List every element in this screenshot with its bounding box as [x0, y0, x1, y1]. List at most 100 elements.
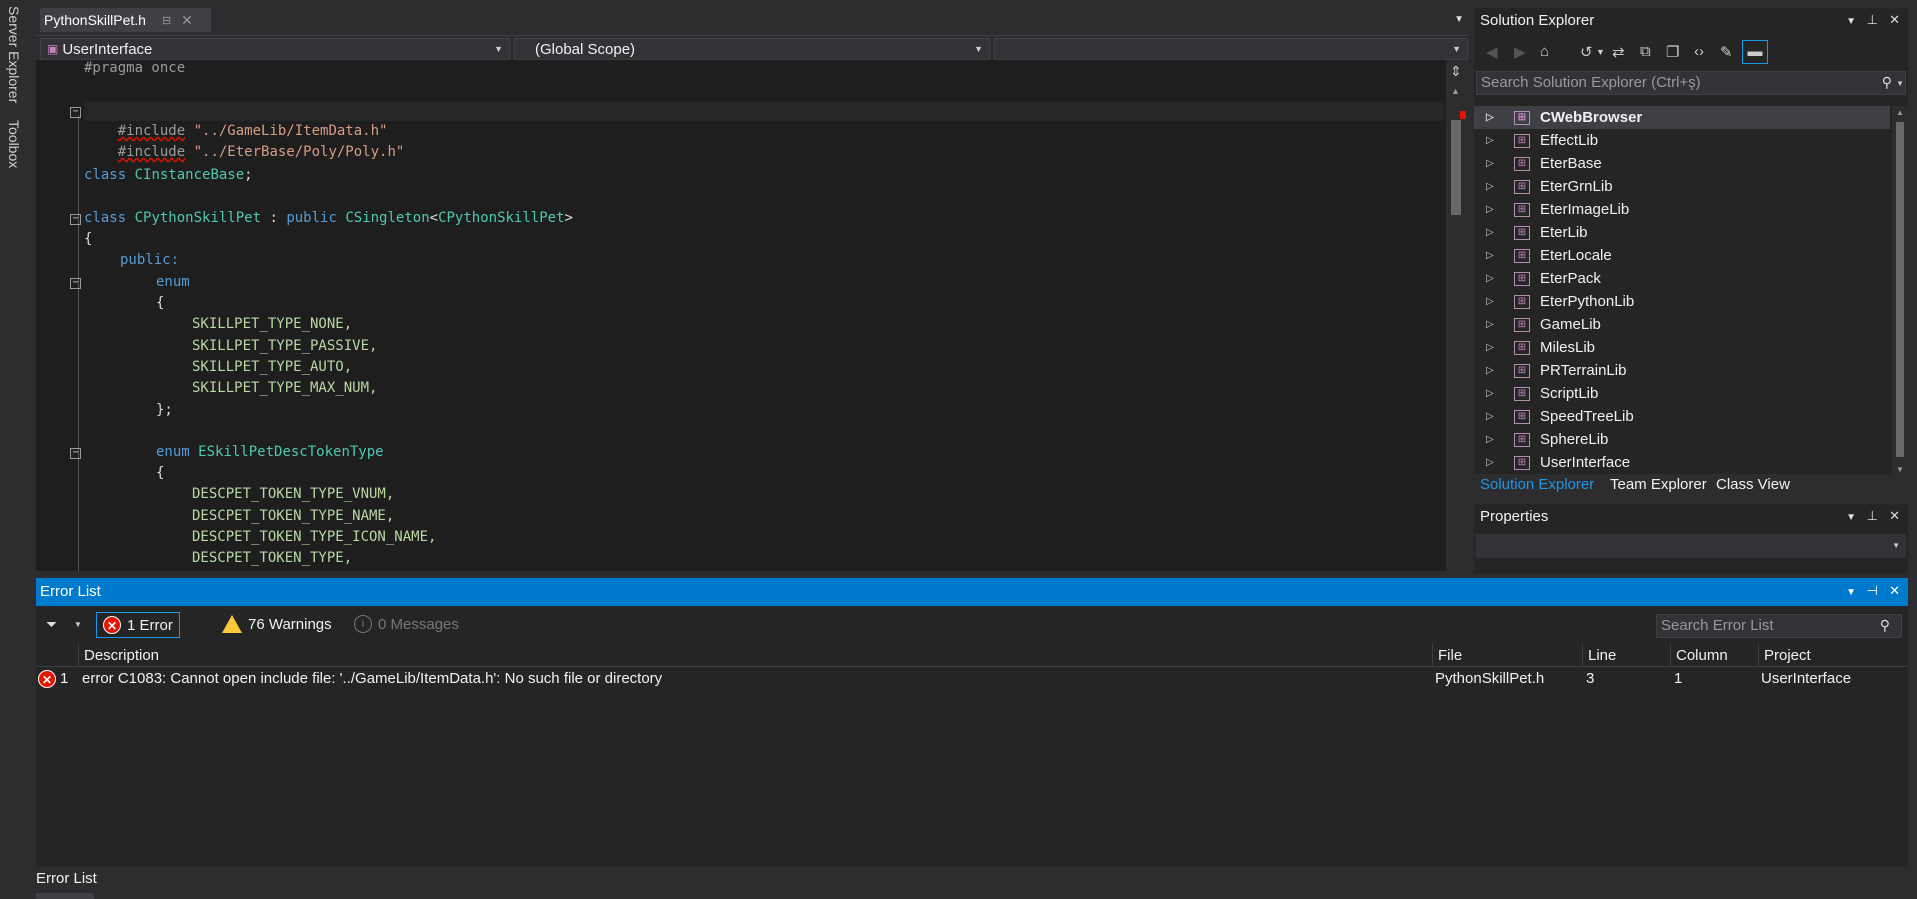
panel-menu-icon[interactable]: ▼	[1846, 16, 1856, 27]
scrollbar-thumb[interactable]	[1451, 120, 1461, 215]
expand-arrow-icon[interactable]: ▷	[1486, 319, 1494, 330]
tree-item[interactable]: ▷ ⊞ SpeedTreeLib	[1474, 405, 1890, 428]
messages-filter-button[interactable]: i 0 Messages	[354, 612, 459, 636]
panel-menu-icon[interactable]: ▼	[1846, 587, 1856, 598]
project-icon: ⊞	[1514, 179, 1530, 194]
expand-arrow-icon[interactable]: ▷	[1486, 457, 1494, 468]
solution-search-input[interactable]: Search Solution Explorer (Ctrl+ş)	[1476, 71, 1906, 95]
search-icon[interactable]: ⚲	[1882, 74, 1892, 91]
expand-arrow-icon[interactable]: ▷	[1486, 411, 1494, 422]
scope-dropdown[interactable]: (Global Scope) ▼	[514, 38, 990, 60]
tree-item[interactable]: ▷ ⊞ EterLocale	[1474, 244, 1890, 267]
close-icon[interactable]: ✕	[1889, 12, 1900, 28]
tree-item[interactable]: ▷ ⊞ EterLib	[1474, 221, 1890, 244]
close-icon[interactable]: ✕	[1889, 508, 1900, 524]
errors-count-label: 1 Error	[127, 616, 173, 634]
tree-item[interactable]: ▷ ⊞ EterGrnLib	[1474, 175, 1890, 198]
code-line-19: DESCPET_TOKEN_TYPE_ICON_NAME,	[192, 529, 437, 545]
tree-item[interactable]: ▷ ⊞ ScriptLib	[1474, 382, 1890, 405]
expand-arrow-icon[interactable]: ▷	[1486, 273, 1494, 284]
column-header-description[interactable]: Description	[84, 647, 159, 664]
expand-arrow-icon[interactable]: ▷	[1486, 365, 1494, 376]
toolbox-tab[interactable]: Toolbox	[6, 120, 22, 168]
server-explorer-tab[interactable]: Server Explorer	[6, 6, 22, 103]
solution-scrollbar[interactable]: ▲ ▼	[1892, 106, 1908, 476]
column-header-line[interactable]: Line	[1588, 647, 1616, 664]
pin-icon[interactable]: ⊣	[1867, 583, 1878, 599]
project-dropdown[interactable]: ▣ UserInterface ▼	[40, 38, 510, 60]
expand-arrow-icon[interactable]: ▷	[1486, 227, 1494, 238]
tree-item[interactable]: ▷ ⊞ EterBase	[1474, 152, 1890, 175]
tab-list-dropdown-icon[interactable]: ▼	[1454, 14, 1464, 25]
chevron-down-icon[interactable]: ▼	[1896, 79, 1904, 88]
scrollbar-thumb[interactable]	[1896, 122, 1904, 457]
back-icon[interactable]: ◀	[1486, 43, 1498, 61]
tree-item[interactable]: ▷ ⊞ EterImageLib	[1474, 198, 1890, 221]
properties-object-dropdown[interactable]: ▼	[1476, 534, 1906, 558]
tree-item[interactable]: ▷ ⊞ MilesLib	[1474, 336, 1890, 359]
tab-solution-explorer[interactable]: Solution Explorer	[1480, 476, 1594, 493]
expand-arrow-icon[interactable]: ▷	[1486, 250, 1494, 261]
tab-class-view[interactable]: Class View	[1716, 476, 1790, 493]
expand-arrow-icon[interactable]: ▷	[1486, 112, 1494, 123]
collapse-icon[interactable]: −	[70, 278, 81, 289]
tree-item[interactable]: ▷ ⊞ GameLib	[1474, 313, 1890, 336]
column-header-file[interactable]: File	[1438, 647, 1462, 664]
chevron-down-icon[interactable]: ▼	[1596, 47, 1605, 57]
preview-icon[interactable]: ▬	[1742, 40, 1768, 64]
document-tab[interactable]: PythonSkillPet.h ⊟ ✕	[40, 8, 211, 32]
member-dropdown[interactable]: ▼	[994, 38, 1468, 60]
search-icon[interactable]: ⚲	[1880, 617, 1890, 634]
tree-item[interactable]: ▷ ⊞ UserInterface	[1474, 451, 1890, 474]
view-code-icon[interactable]: ‹›	[1694, 43, 1704, 60]
history-icon[interactable]: ↺	[1580, 43, 1593, 61]
expand-arrow-icon[interactable]: ▷	[1486, 342, 1494, 353]
tree-item[interactable]: ▷ ⊞ PRTerrainLib	[1474, 359, 1890, 382]
tree-item-label: EterLocale	[1540, 247, 1612, 264]
collapse-icon[interactable]: −	[70, 448, 81, 459]
chevron-down-icon[interactable]: ▼	[74, 620, 82, 629]
close-icon[interactable]: ✕	[181, 12, 193, 29]
tree-item[interactable]: ▷ ⊞ EterPythonLib	[1474, 290, 1890, 313]
errors-filter-button[interactable]: ✕ 1 Error	[96, 612, 180, 638]
expand-arrow-icon[interactable]: ▷	[1486, 135, 1494, 146]
tab-team-explorer[interactable]: Team Explorer	[1610, 476, 1707, 493]
home-icon[interactable]: ⌂	[1540, 43, 1549, 60]
pin-icon[interactable]: ⊥	[1867, 12, 1878, 28]
panel-menu-icon[interactable]: ▼	[1846, 512, 1856, 523]
editor-scrollbar[interactable]: ⇕ ▲	[1446, 60, 1468, 571]
tree-item[interactable]: ▷ ⊞ CWebBrowser	[1474, 106, 1890, 129]
collapse-all-icon[interactable]: ⧉	[1640, 43, 1651, 60]
filter-icon[interactable]: ⏷	[46, 616, 57, 633]
pin-icon[interactable]: ⊟	[162, 14, 171, 27]
error-search-input[interactable]: Search Error List	[1656, 614, 1902, 638]
expand-arrow-icon[interactable]: ▷	[1486, 388, 1494, 399]
split-icon[interactable]: ⇕	[1450, 63, 1462, 80]
expand-arrow-icon[interactable]: ▷	[1486, 296, 1494, 307]
expand-arrow-icon[interactable]: ▷	[1486, 158, 1494, 169]
show-all-files-icon[interactable]: ❐	[1666, 43, 1679, 61]
column-header-column[interactable]: Column	[1676, 647, 1728, 664]
sync-icon[interactable]: ⇄	[1612, 43, 1625, 61]
tree-item[interactable]: ▷ ⊞ SphereLib	[1474, 428, 1890, 451]
expand-arrow-icon[interactable]: ▷	[1486, 181, 1494, 192]
code-editor[interactable]: − − − − #pragma once #include "../GameLi…	[36, 60, 1446, 571]
expand-arrow-icon[interactable]: ▷	[1486, 434, 1494, 445]
warnings-filter-button[interactable]: 76 Warnings	[222, 612, 332, 636]
scroll-down-icon[interactable]: ▼	[1896, 465, 1904, 474]
tree-item[interactable]: ▷ ⊞ EterPack	[1474, 267, 1890, 290]
collapse-icon[interactable]: −	[70, 214, 81, 225]
collapse-icon[interactable]: −	[70, 107, 81, 118]
bottom-error-list-tab[interactable]: Error List	[36, 870, 97, 887]
expand-arrow-icon[interactable]: ▷	[1486, 204, 1494, 215]
project-icon: ⊞	[1514, 409, 1530, 424]
column-header-project[interactable]: Project	[1764, 647, 1811, 664]
close-icon[interactable]: ✕	[1889, 583, 1900, 599]
scroll-up-icon[interactable]: ▲	[1896, 108, 1904, 117]
table-row[interactable]: ✕ 1 error C1083: Cannot open include fil…	[36, 668, 1908, 690]
forward-icon[interactable]: ▶	[1514, 43, 1526, 61]
properties-wrench-icon[interactable]: ✎	[1720, 43, 1733, 61]
scroll-up-icon[interactable]: ▲	[1451, 86, 1460, 96]
tree-item[interactable]: ▷ ⊞ EffectLib	[1474, 129, 1890, 152]
pin-icon[interactable]: ⊥	[1867, 508, 1878, 524]
